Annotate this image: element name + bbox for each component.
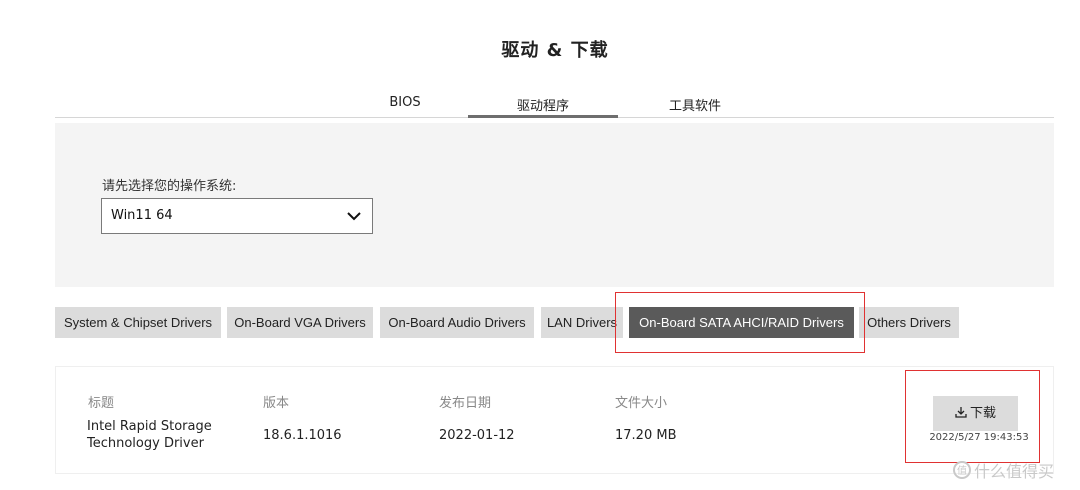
os-select-label: 请先选择您的操作系统: (102, 179, 237, 194)
watermark: 值什么值得买 (952, 458, 1054, 482)
tab-drivers[interactable]: 驱动程序 (468, 95, 618, 118)
chevron-down-icon (347, 212, 361, 221)
os-select-value: Win11 64 (111, 208, 173, 223)
category-audio[interactable]: On-Board Audio Drivers (380, 307, 534, 338)
download-label: 下载 (969, 406, 996, 421)
category-vga[interactable]: On-Board VGA Drivers (227, 307, 373, 338)
tab-bar: BIOS 驱动程序 工具软件 (55, 95, 1054, 118)
download-timestamp: 2022/5/27 19:43:53 (929, 432, 1029, 443)
driver-title-line1: Intel Rapid Storage (87, 419, 212, 434)
driver-card: 标题 版本 发布日期 文件大小 Intel Rapid Storage Tech… (55, 366, 1054, 474)
page-title: 驱动 & 下载 (501, 40, 609, 61)
category-sata-ahci-raid[interactable]: On-Board SATA AHCI/RAID Drivers (629, 307, 854, 338)
driver-version: 18.6.1.1016 (263, 428, 342, 443)
category-system-chipset[interactable]: System & Chipset Drivers (55, 307, 221, 338)
os-select-dropdown[interactable]: Win11 64 (101, 198, 373, 234)
download-button[interactable]: 下载 (933, 396, 1018, 431)
driver-release-date: 2022-01-12 (439, 428, 515, 443)
driver-file-size: 17.20 MB (615, 428, 677, 443)
category-lan[interactable]: LAN Drivers (541, 307, 623, 338)
watermark-text: 什么值得买 (974, 462, 1055, 481)
tab-bios[interactable]: BIOS (375, 95, 435, 118)
smzdm-logo-icon: 值 (953, 461, 971, 479)
header-file-size: 文件大小 (615, 396, 668, 411)
header-release-date: 发布日期 (439, 396, 492, 411)
tab-tools[interactable]: 工具软件 (655, 95, 735, 118)
svg-text:值: 值 (957, 464, 967, 477)
os-selection-panel: 请先选择您的操作系统: Win11 64 (55, 123, 1054, 287)
download-icon (955, 407, 967, 418)
driver-title-line2: Technology Driver (87, 436, 204, 451)
header-version: 版本 (263, 396, 290, 411)
header-title: 标题 (88, 396, 115, 411)
driver-title: Intel Rapid Storage Technology Driver (87, 418, 212, 452)
category-others[interactable]: Others Drivers (859, 307, 959, 338)
